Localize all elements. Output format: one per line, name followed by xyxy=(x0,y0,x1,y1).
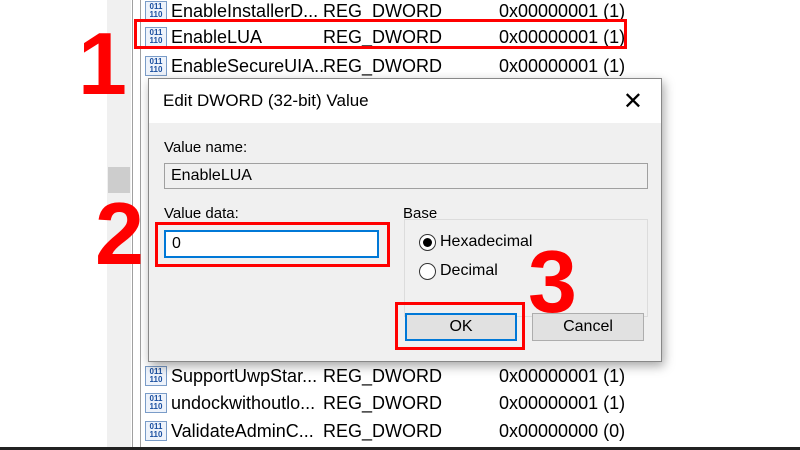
reg-dword-icon: 011 110 xyxy=(145,393,167,413)
decimal-radio[interactable]: Decimal xyxy=(419,262,498,280)
value-name-field: EnableLUA xyxy=(164,163,648,189)
close-icon[interactable]: ✕ xyxy=(623,87,643,116)
reg-dword-icon: 011 110 xyxy=(145,56,167,76)
registry-row[interactable]: 011 110 ValidateAdminC... REG_DWORD 0x000000… xyxy=(145,418,645,444)
registry-row[interactable]: 011 110 undockwithoutlo... REG_DWORD 0x00000… xyxy=(145,390,645,416)
highlight-value-data xyxy=(155,222,390,267)
registry-row[interactable]: 011 110 SupportUwpStar... REG_DWORD 0x000000… xyxy=(145,363,645,389)
registry-row[interactable]: 011 110 EnableSecureUIA... REG_DWORD 0x00000… xyxy=(145,53,645,79)
hexadecimal-radio[interactable]: Hexadecimal xyxy=(419,233,532,251)
radio-unchecked-icon xyxy=(419,262,436,280)
step-number-2: 2 xyxy=(95,184,144,283)
step-number-1: 1 xyxy=(78,14,127,113)
dialog-title: Edit DWORD (32-bit) Value xyxy=(149,79,661,123)
radio-checked-icon xyxy=(419,233,436,251)
highlight-ok xyxy=(395,302,525,350)
reg-dword-icon: 011 110 xyxy=(145,421,167,441)
reg-dword-icon: 011 110 xyxy=(145,1,167,21)
highlight-enablelua xyxy=(134,19,627,49)
value-name-label: Value name: xyxy=(164,139,248,156)
step-number-3: 3 xyxy=(528,232,577,331)
reg-dword-icon: 011 110 xyxy=(145,366,167,386)
value-data-label: Value data: xyxy=(164,205,239,222)
